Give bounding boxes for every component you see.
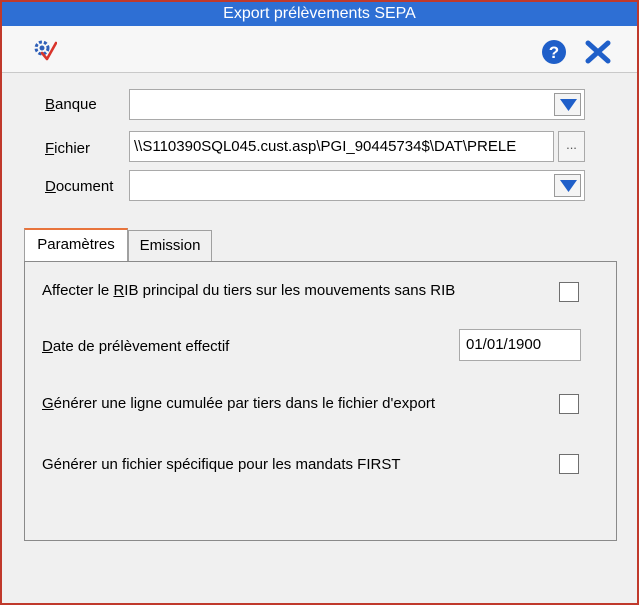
close-icon[interactable] xyxy=(585,40,611,68)
window-title-bar[interactable]: Export prélèvements SEPA xyxy=(2,2,637,26)
date-prelevement-label: Date de prélèvement effectif xyxy=(42,338,230,355)
chevron-down-icon xyxy=(560,180,577,192)
toolbar: ? xyxy=(2,26,637,73)
option-rib-checkbox[interactable] xyxy=(559,282,579,302)
svg-text:?: ? xyxy=(549,43,559,62)
tab-parametres[interactable]: Paramètres xyxy=(24,228,128,261)
banque-combo[interactable] xyxy=(129,89,585,120)
banque-dropdown-button[interactable] xyxy=(554,93,581,116)
document-dropdown-button[interactable] xyxy=(554,174,581,197)
browse-button[interactable]: ... xyxy=(558,131,585,162)
option-cumul-label: Générer une ligne cumulée par tiers dans… xyxy=(42,395,436,412)
document-combo[interactable] xyxy=(129,170,585,201)
validate-gear-icon[interactable] xyxy=(33,39,58,65)
date-prelevement-input[interactable]: 01/01/1900 xyxy=(459,329,581,361)
fichier-path-input[interactable]: \\S110390SQL045.cust.asp\PGI_90445734$\D… xyxy=(129,131,554,162)
option-first-checkbox[interactable] xyxy=(559,454,579,474)
window-title: Export prélèvements SEPA xyxy=(223,5,416,22)
sepa-export-dialog: Export prélèvements SEPA ? Banque Fichie… xyxy=(0,0,639,605)
document-label: Document xyxy=(45,178,114,195)
option-cumul-checkbox[interactable] xyxy=(559,394,579,414)
fichier-label: Fichier xyxy=(45,140,91,157)
banque-label: Banque xyxy=(45,96,97,113)
option-rib-label: Affecter le RIB principal du tiers sur l… xyxy=(42,282,456,299)
parametres-panel: Affecter le RIB principal du tiers sur l… xyxy=(24,261,617,541)
tab-emission[interactable]: Emission xyxy=(128,230,212,261)
option-first-label: Générer un fichier spécifique pour les m… xyxy=(42,456,401,473)
chevron-down-icon xyxy=(560,99,577,111)
help-icon[interactable]: ? xyxy=(541,39,567,69)
